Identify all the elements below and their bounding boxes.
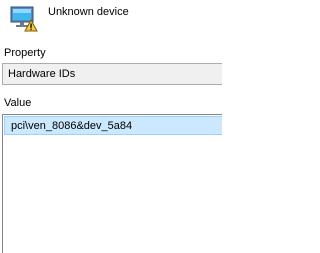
device-name: Unknown device [48, 6, 129, 18]
device-header: Unknown device [0, 0, 222, 36]
value-list-item[interactable]: pci\ven_8086&dev_5a84 [4, 116, 222, 135]
device-properties-details: Unknown device Property Hardware IDs Val… [0, 0, 222, 253]
value-list[interactable]: pci\ven_8086&dev_5a84 [2, 114, 222, 253]
value-label: Value [4, 97, 32, 109]
property-select-value: Hardware IDs [8, 68, 76, 80]
property-select[interactable]: Hardware IDs [2, 63, 222, 85]
unknown-device-icon [8, 4, 38, 32]
property-label: Property [4, 47, 46, 59]
value-list-item-text: pci\ven_8086&dev_5a84 [11, 120, 133, 132]
